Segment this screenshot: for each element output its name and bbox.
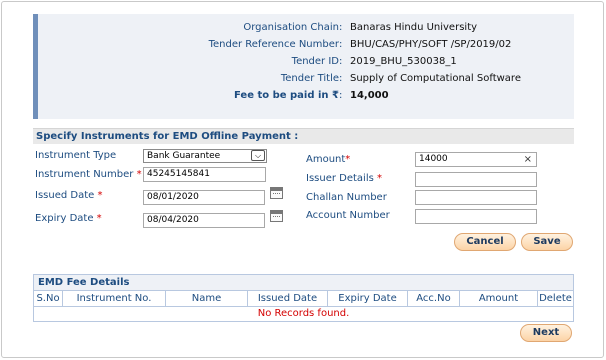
tender-summary: Organisation Chain : Banaras Hindu Unive… <box>33 14 574 119</box>
issuer-details-input[interactable] <box>415 172 537 187</box>
amount-input[interactable]: 14000 × <box>415 152 537 167</box>
instrument-type-value: Bank Guarantee <box>147 151 221 161</box>
table-header-row: S.No Instrument No. Name Issued Date Exp… <box>34 291 573 307</box>
instrument-number-label: Instrument Number * <box>35 169 142 180</box>
issuer-details-label: Issuer Details * <box>306 173 383 184</box>
required-mark: * <box>345 154 351 165</box>
column-header: Instrument No. <box>63 291 166 306</box>
column-header: Delete <box>539 293 572 304</box>
fee-details-heading: EMD Fee Details <box>34 275 573 291</box>
next-button[interactable]: Next <box>520 324 572 342</box>
column-header: Name <box>166 291 248 306</box>
instrument-number-input[interactable]: 45245145841 <box>143 167 266 182</box>
clear-icon[interactable]: × <box>524 153 532 166</box>
column-header: Issued Date <box>248 291 328 306</box>
column-header: Acc.No <box>408 291 460 306</box>
emd-form: Specify Instruments for EMD Offline Paym… <box>33 128 574 254</box>
emd-form-heading: Specify Instruments for EMD Offline Paym… <box>33 128 574 144</box>
calendar-icon[interactable] <box>270 210 283 222</box>
required-mark: * <box>377 173 383 184</box>
summary-label: Fee to be paid in ₹ <box>234 90 339 101</box>
summary-label: Tender Reference Number <box>208 39 339 50</box>
instrument-type-label: Instrument Type <box>35 150 117 161</box>
summary-row-tender-id: Tender ID : 2019_BHU_530038_1 <box>291 56 457 67</box>
calendar-icon[interactable] <box>270 187 283 199</box>
column-header: Expiry Date <box>328 291 408 306</box>
amount-label: Amount* <box>306 154 351 165</box>
amount-value: 14000 <box>419 154 448 164</box>
summary-row-reference: Tender Reference Number : BHU/CAS/PHY/SO… <box>208 39 512 50</box>
save-button[interactable]: Save <box>521 233 573 251</box>
required-mark: * <box>136 169 142 180</box>
required-mark: * <box>96 213 102 224</box>
emd-fee-details-table: EMD Fee Details S.No Instrument No. Name… <box>33 274 574 322</box>
account-number-label: Account Number <box>306 210 390 221</box>
challan-number-label: Challan Number <box>306 192 387 203</box>
summary-value: BHU/CAS/PHY/SOFT /SP/2019/02 <box>350 39 512 50</box>
summary-value: 2019_BHU_530038_1 <box>350 56 457 67</box>
summary-value: 14,000 <box>350 90 389 101</box>
account-number-input[interactable] <box>415 209 537 224</box>
chevron-down-icon[interactable]: ⌵ <box>251 150 265 161</box>
issued-date-label: Issued Date * <box>35 190 103 201</box>
summary-label: Tender Title <box>280 73 339 84</box>
summary-row-organisation: Organisation Chain : Banaras Hindu Unive… <box>243 22 478 33</box>
summary-value: Supply of Computational Software <box>350 73 521 84</box>
column-header: Amount <box>460 291 538 306</box>
cancel-button[interactable]: Cancel <box>454 233 516 251</box>
empty-message: No Records found. <box>257 308 350 319</box>
expiry-date-input[interactable]: 08/04/2020 <box>143 213 265 228</box>
summary-label: Tender ID <box>291 56 339 67</box>
challan-number-input[interactable] <box>415 190 537 205</box>
instrument-type-select[interactable]: Bank Guarantee ⌵ <box>143 149 267 163</box>
issued-date-input[interactable]: 08/01/2020 <box>143 190 265 205</box>
required-mark: * <box>97 190 103 201</box>
expiry-date-label: Expiry Date * <box>35 213 102 224</box>
column-header: S.No <box>34 291 63 306</box>
summary-label: Organisation Chain <box>243 22 339 33</box>
summary-row-fee: Fee to be paid in ₹ : 14,000 <box>234 90 389 101</box>
summary-row-title: Tender Title : Supply of Computational S… <box>280 73 521 84</box>
summary-value: Banaras Hindu University <box>350 22 478 33</box>
